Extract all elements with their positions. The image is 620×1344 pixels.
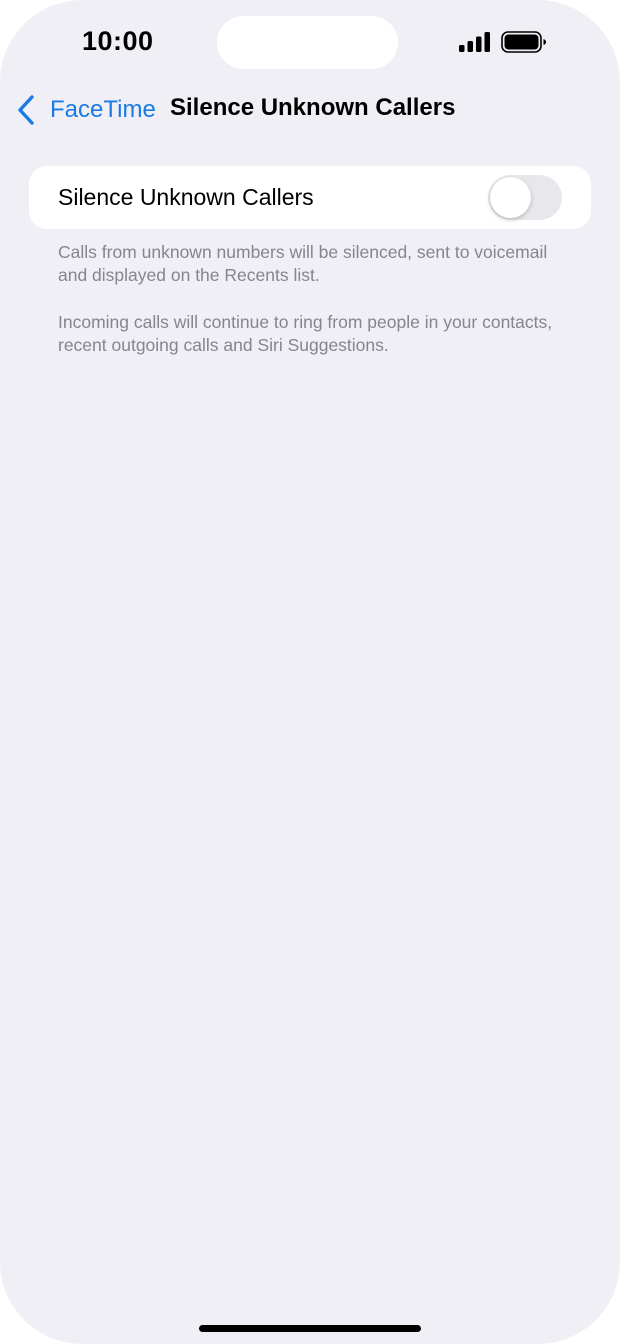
phone-screen: 10:00 FaceTime Silence Unknown Callers S… (0, 0, 620, 1344)
cellular-signal-icon (459, 32, 490, 52)
back-button[interactable]: FaceTime (16, 92, 156, 128)
toggle-knob (490, 177, 531, 218)
home-indicator[interactable] (199, 1325, 421, 1332)
back-label: FaceTime (50, 96, 156, 123)
battery-icon (501, 31, 546, 53)
page-title: Silence Unknown Callers (170, 94, 456, 121)
chevron-left-icon (18, 95, 34, 125)
footnote-incoming-calls: Incoming calls will continue to ring fro… (58, 312, 553, 355)
status-time: 10:00 (82, 26, 154, 56)
setting-label: Silence Unknown Callers (58, 184, 314, 210)
dynamic-island (217, 16, 398, 69)
silence-unknown-callers-cell: Silence Unknown Callers (29, 166, 591, 229)
footnote-silenced-calls: Calls from unknown numbers will be silen… (58, 242, 548, 285)
silence-unknown-callers-toggle[interactable] (488, 175, 562, 220)
